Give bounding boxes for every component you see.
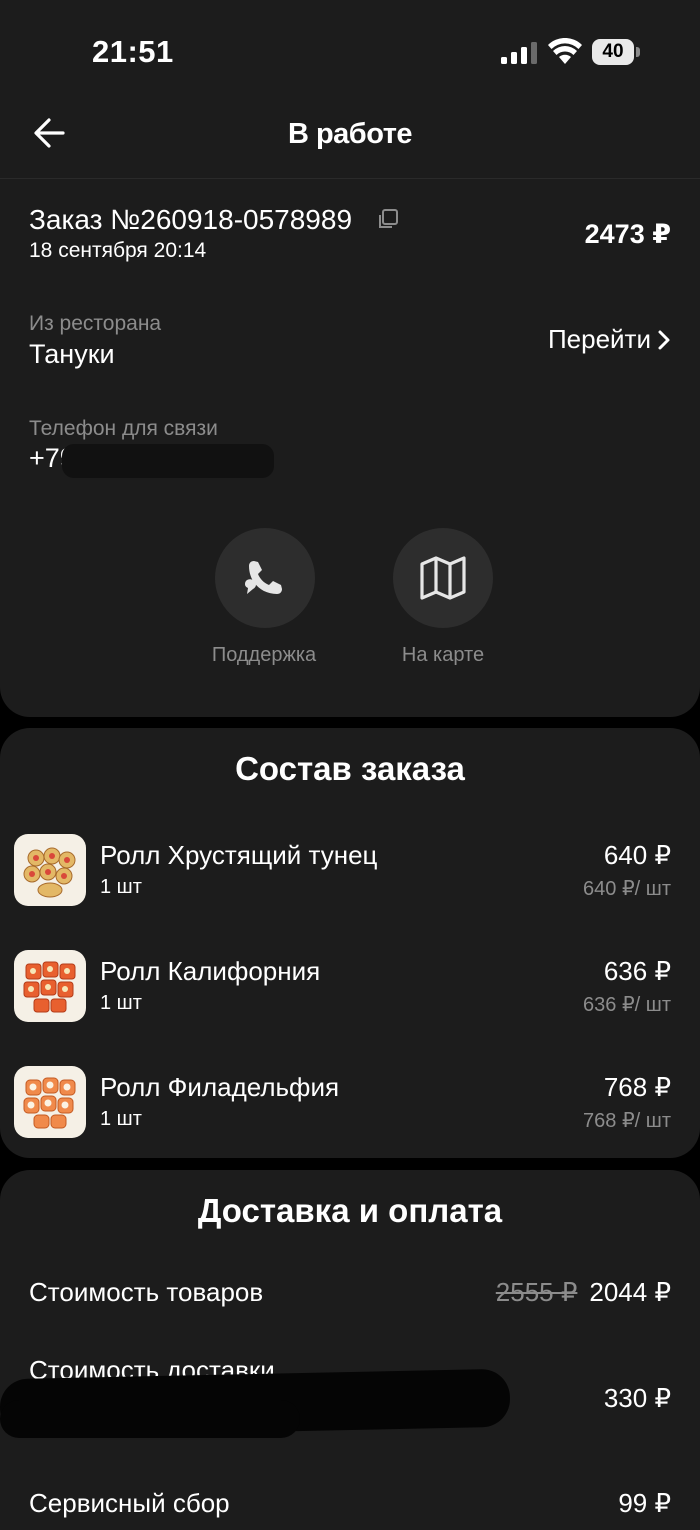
battery-icon: 40: [592, 39, 642, 65]
item-price: 640 ₽: [603, 840, 671, 870]
battery-tip: [636, 47, 640, 57]
goto-label: Перейти: [547, 324, 651, 354]
redaction-mark: [0, 1400, 300, 1438]
chevron-right-icon: [658, 330, 670, 349]
support-label: Поддержка: [211, 644, 317, 666]
goods-cost-value: 2555 ₽ 2044 ₽: [496, 1277, 671, 1308]
item-image[interactable]: [14, 834, 86, 906]
item-unit-price: 636 ₽/ шт: [583, 994, 671, 1016]
battery-level: 40: [592, 39, 634, 65]
phone-chat-icon: [245, 561, 282, 594]
roll-image-icon: [23, 961, 76, 1013]
restaurant-name: Тануки: [29, 339, 115, 369]
order-total: 2473 ₽: [584, 219, 671, 249]
map-button[interactable]: [393, 528, 493, 628]
wifi-icon: [548, 38, 582, 64]
redaction-mark: [62, 444, 274, 478]
service-fee-value: 99 ₽: [618, 1488, 671, 1518]
delivery-cost-value: 330 ₽: [603, 1383, 671, 1413]
order-date: 18 сентября 20:14: [29, 239, 207, 262]
goods-cost-new: 2044 ₽: [589, 1277, 671, 1307]
status-bar: 21:51 40: [0, 0, 700, 100]
order-number: Заказ №260918-0578989: [29, 204, 353, 235]
delivery-title: Доставка и оплата: [197, 1192, 503, 1229]
item-price: 636 ₽: [603, 956, 671, 986]
item-image[interactable]: [14, 950, 86, 1022]
page-title: В работе: [287, 118, 413, 150]
goods-cost-old: 2555 ₽: [495, 1277, 578, 1307]
item-image[interactable]: [14, 1066, 86, 1138]
roll-image-icon: [23, 847, 76, 898]
status-time: 21:51: [92, 34, 174, 69]
item-qty: 1 шт: [100, 876, 142, 898]
composition-title: Состав заказа: [235, 750, 465, 787]
support-button[interactable]: [215, 528, 315, 628]
map-label: На карте: [401, 644, 485, 666]
item-name: Ролл Хрустящий тунец: [100, 840, 378, 870]
item-price: 768 ₽: [603, 1072, 671, 1102]
item-unit-price: 768 ₽/ шт: [583, 1110, 671, 1132]
item-name: Ролл Калифорния: [100, 956, 321, 986]
map-icon: [420, 556, 466, 600]
service-fee-label: Сервисный сбор: [29, 1488, 230, 1518]
restaurant-label: Из ресторана: [29, 312, 162, 335]
cellular-signal-icon: [501, 42, 537, 64]
item-unit-price: 640 ₽/ шт: [583, 878, 671, 900]
goto-restaurant-link[interactable]: Перейти: [548, 324, 671, 355]
roll-image-icon: [23, 1077, 76, 1129]
item-qty: 1 шт: [100, 1108, 142, 1130]
goods-cost-label: Стоимость товаров: [29, 1277, 264, 1307]
phone-label: Телефон для связи: [29, 417, 218, 440]
copy-icon[interactable]: [377, 208, 399, 230]
item-name: Ролл Филадельфия: [100, 1072, 340, 1102]
item-qty: 1 шт: [100, 992, 142, 1014]
